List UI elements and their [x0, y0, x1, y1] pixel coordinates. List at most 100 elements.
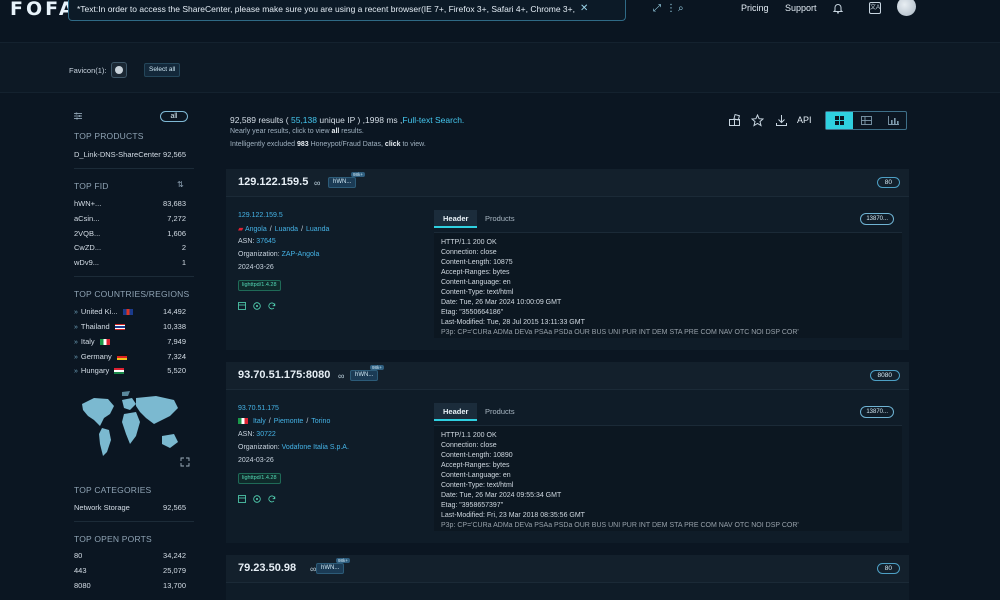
sort-icon[interactable]: ⇅ [177, 180, 184, 189]
country-link[interactable]: Angola [245, 226, 267, 233]
ip-link[interactable]: 93.70.51.175 [238, 405, 279, 412]
org-link[interactable]: Vodafone Italia S.p.A. [282, 444, 349, 451]
port-row[interactable]: 80 34,242 [74, 551, 186, 562]
nav-support[interactable]: Support [785, 3, 817, 13]
favicon-thumbnail[interactable] [111, 62, 127, 78]
fid-tag[interactable]: hWN... [328, 177, 357, 188]
refresh-icon[interactable] [268, 302, 276, 310]
star-icon[interactable] [751, 114, 764, 127]
download-icon[interactable] [775, 114, 788, 127]
ip-text[interactable]: 93.70.51.175 [238, 405, 279, 412]
fid-row[interactable]: hWN+... 83,683 [74, 199, 186, 210]
filter-icon[interactable] [74, 112, 82, 120]
country-name[interactable]: Germany [81, 352, 112, 361]
fid-row[interactable]: 2VQB... 1,606 [74, 229, 186, 240]
country-name[interactable]: United Ki... [81, 307, 118, 316]
fid-name[interactable]: 2VQB... [74, 229, 100, 238]
tab-products[interactable]: Products [476, 210, 524, 228]
cert-icon[interactable] [238, 495, 246, 503]
search-bar[interactable]: *Text:In order to access the ShareCenter… [68, 0, 684, 21]
country-name[interactable]: Italy [81, 337, 95, 346]
port-badge[interactable]: 80 [876, 563, 900, 574]
port-row[interactable]: 443 25,079 [74, 566, 186, 577]
fid-name[interactable]: aCsin... [74, 214, 99, 223]
fid-row[interactable]: CwZD... 2 [74, 243, 186, 254]
region-link[interactable]: Piemonte [274, 418, 304, 425]
port-badge[interactable]: 8080 [869, 370, 900, 381]
country-link[interactable]: Italy [253, 418, 266, 425]
server-tag[interactable]: lighttpd/1.4.28 [238, 280, 281, 291]
org-link[interactable]: ZAP-Angola [282, 251, 320, 258]
search-mode[interactable]: Full-text Search. [402, 115, 464, 125]
asn-link[interactable]: 30722 [256, 431, 275, 438]
city-link[interactable]: Torino [311, 418, 330, 425]
clear-icon[interactable]: ✕ [580, 3, 588, 14]
chevron-right-icon[interactable]: » [74, 339, 78, 346]
bell-icon[interactable] [832, 2, 844, 14]
target-icon[interactable] [253, 495, 261, 503]
city-link[interactable]: Luanda [306, 226, 329, 233]
ip-link[interactable]: 129.122.159.5 [238, 212, 283, 219]
server-tag[interactable]: lighttpd/1.4.28 [238, 473, 281, 484]
asn-link[interactable]: 37645 [256, 238, 275, 245]
country-row[interactable]: » Hungary 5,520 [74, 366, 186, 377]
search-icon[interactable]: ⌕ [678, 3, 684, 14]
honeypot-view-link[interactable]: click [385, 141, 401, 148]
chevron-right-icon[interactable]: » [74, 368, 78, 375]
fid-name[interactable]: CwZD... [74, 243, 101, 252]
port-name[interactable]: 8080 [74, 581, 91, 590]
fid-row[interactable]: aCsin... 7,272 [74, 214, 186, 225]
host-link[interactable]: 79.23.50.98 [238, 562, 296, 574]
country-row[interactable]: » Thailand 10,338 [74, 322, 186, 333]
table-view-button[interactable] [853, 112, 880, 129]
api-button[interactable]: API [797, 115, 812, 125]
chevron-right-icon[interactable]: » [74, 309, 78, 316]
translate-icon[interactable]: 文A [869, 2, 881, 14]
port-badge[interactable]: 80 [876, 177, 900, 188]
expand-icon[interactable]: ⤢ [653, 3, 661, 14]
fid-row[interactable]: wDv9... 1 [74, 258, 186, 269]
nav-pricing[interactable]: Pricing [741, 3, 769, 13]
cert-icon[interactable] [238, 302, 246, 310]
fid-tag[interactable]: hWN... [350, 370, 379, 381]
category-name[interactable]: Network Storage [74, 503, 130, 512]
list-view-button[interactable] [826, 112, 853, 129]
chart-view-button[interactable] [880, 112, 907, 129]
target-icon[interactable] [253, 302, 261, 310]
country-row[interactable]: » Germany 7,324 [74, 352, 186, 363]
size-badge[interactable]: 13870... [860, 406, 894, 418]
fofa-logo[interactable]: FOFA [10, 0, 77, 20]
tab-header[interactable]: Header [434, 210, 478, 228]
tab-products[interactable]: Products [476, 403, 524, 421]
refresh-icon[interactable] [268, 495, 276, 503]
port-name[interactable]: 443 [74, 566, 87, 575]
product-name[interactable]: D_Link-DNS-ShareCenter [74, 150, 161, 159]
chevron-right-icon[interactable]: » [74, 354, 78, 361]
select-all-button[interactable]: Select all [144, 63, 181, 77]
expand-map-icon[interactable] [180, 457, 190, 467]
category-row[interactable]: Network Storage 92,565 [74, 503, 186, 514]
avatar[interactable] [897, 0, 916, 16]
world-map[interactable] [78, 390, 182, 462]
fid-name[interactable]: wDv9... [74, 258, 99, 267]
link-icon[interactable]: ∞ [338, 371, 344, 381]
all-filter-button[interactable]: all [160, 111, 188, 122]
country-row[interactable]: » Italy 7,949 [74, 337, 186, 348]
port-row[interactable]: 8080 13,700 [74, 581, 186, 592]
view-all-link[interactable]: all [332, 128, 340, 135]
fid-tag[interactable]: hWN... [316, 563, 345, 574]
link-icon[interactable]: ∞ [314, 178, 320, 188]
more-icon[interactable]: ⋮ [666, 3, 676, 14]
country-name[interactable]: Thailand [81, 322, 110, 331]
country-name[interactable]: Hungary [81, 366, 109, 375]
search-input[interactable]: *Text:In order to access the ShareCenter… [77, 4, 577, 14]
chevron-right-icon[interactable]: » [74, 324, 78, 331]
host-link[interactable]: 93.70.51.175:8080 [238, 369, 330, 381]
size-badge[interactable]: 13870... [860, 213, 894, 225]
fid-name[interactable]: hWN+... [74, 199, 101, 208]
tab-header[interactable]: Header [434, 403, 478, 421]
region-link[interactable]: Luanda [275, 226, 298, 233]
host-link[interactable]: 129.122.159.5 [238, 176, 308, 188]
product-row[interactable]: D_Link-DNS-ShareCenter 92,565 [74, 150, 186, 161]
country-row[interactable]: » United Ki... 14,492 [74, 307, 186, 318]
